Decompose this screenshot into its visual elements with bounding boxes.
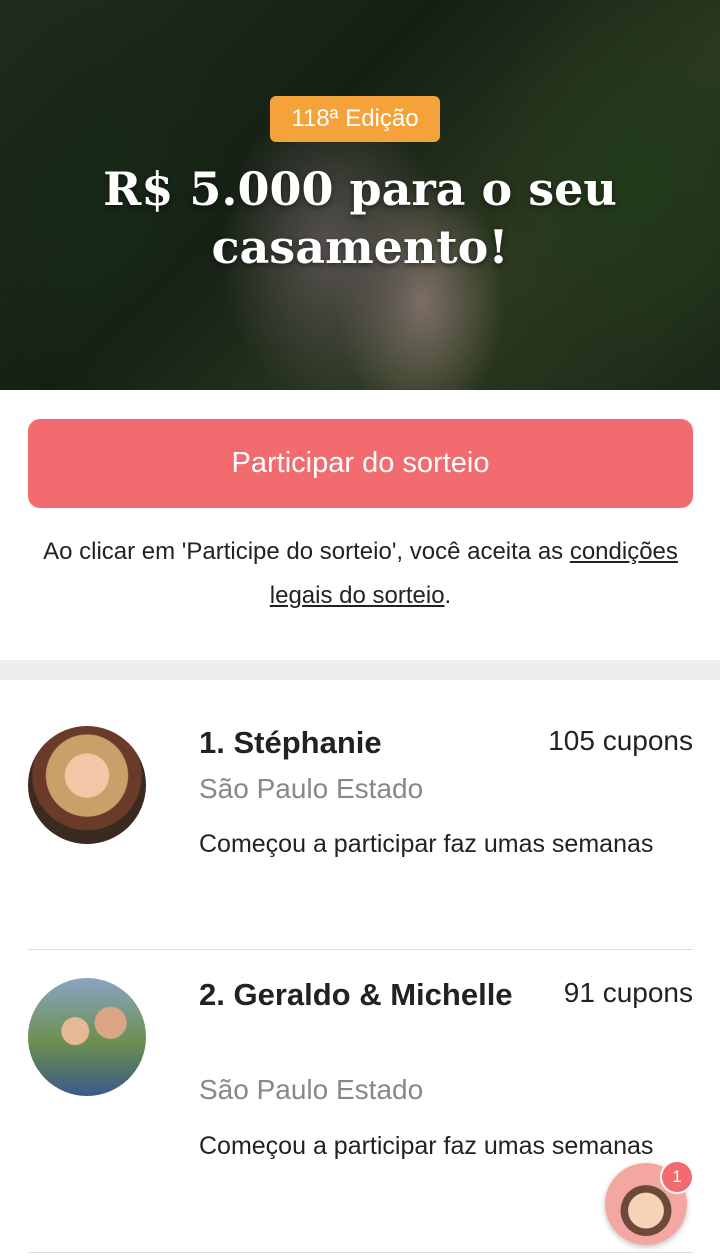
ranking-item[interactable]: 1. Stéphanie 105 cupons São Paulo Estado… <box>28 725 693 926</box>
legal-notice-suffix: . <box>444 582 452 609</box>
coupon-count: 91 cupons <box>563 977 693 1008</box>
coupon-count: 105 cupons <box>548 725 693 756</box>
legal-notice-text: Ao clicar em 'Participe do sorteio', voc… <box>43 538 570 565</box>
participation-since: Começou a participar faz umas semanas <box>199 830 654 858</box>
participant-region: São Paulo Estado <box>199 1074 424 1105</box>
legal-notice: Ao clicar em 'Participe do sorteio', voc… <box>28 530 693 618</box>
avatar <box>28 978 146 1096</box>
participant-name: 1. Stéphanie <box>199 725 382 760</box>
participant-name: 2. Geraldo & Michelle <box>199 977 513 1012</box>
hero-banner: 118ª Edição R$ 5.000 para o seu casament… <box>0 0 720 390</box>
hero-title: R$ 5.000 para o seu casamento! <box>103 162 617 274</box>
notification-badge: 1 <box>660 1160 694 1194</box>
avatar <box>28 726 146 844</box>
edition-badge: 118ª Edição <box>270 96 440 142</box>
participant-region: São Paulo Estado <box>199 773 424 804</box>
list-separator <box>28 1252 693 1253</box>
ranking-item[interactable]: 2. Geraldo & Michelle 91 cupons São Paul… <box>28 977 693 1218</box>
participate-button[interactable]: Participar do sorteio <box>28 419 693 508</box>
participation-since: Começou a participar faz umas semanas <box>199 1132 654 1160</box>
list-separator <box>28 949 693 950</box>
section-divider <box>0 660 720 680</box>
